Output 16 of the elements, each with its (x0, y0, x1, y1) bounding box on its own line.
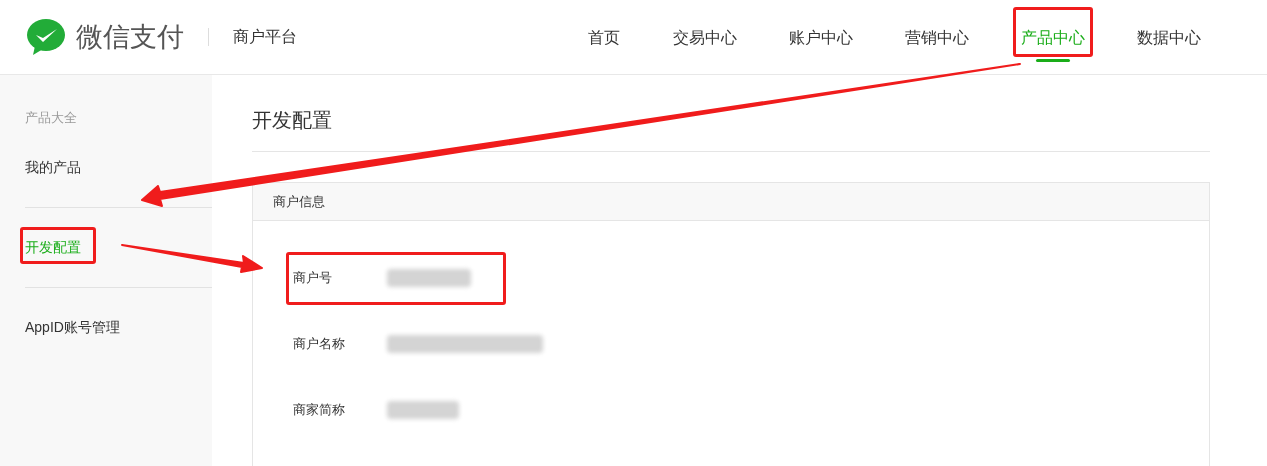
brand-name: 微信支付 (76, 20, 184, 54)
nav-tab[interactable]: 营销中心 (905, 12, 969, 62)
nav-tab[interactable]: 账户中心 (789, 12, 853, 62)
field-label: 商户号 (293, 269, 333, 288)
card-title: 商户信息 (253, 183, 1209, 221)
field-label: 商户名称 (293, 335, 346, 354)
nav-tab[interactable]: 数据中心 (1137, 12, 1201, 62)
nav-tab[interactable]: 交易中心 (673, 12, 737, 62)
sidebar-item[interactable]: AppID账号管理 (25, 317, 120, 338)
nav-tab[interactable]: 首页 (587, 12, 621, 62)
sidebar-heading: 产品大全 (25, 109, 78, 127)
chat-bubble-check-icon (26, 18, 66, 56)
field-label: 商家简称 (293, 401, 346, 420)
platform-name: 商户平台 (233, 27, 297, 47)
blurred-value (387, 401, 459, 419)
sidebar-item[interactable]: 我的产品 (25, 157, 81, 178)
